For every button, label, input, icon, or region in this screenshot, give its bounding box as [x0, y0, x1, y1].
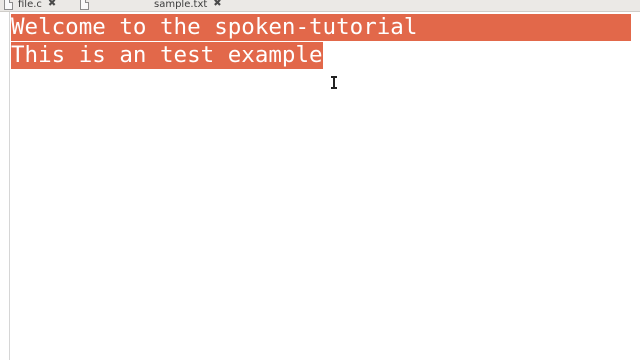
text-file-icon	[80, 0, 89, 10]
tab-bar: file.c ✖ sample.txt ✖	[0, 0, 640, 12]
close-icon[interactable]: ✖	[48, 0, 56, 9]
tab-sample-txt[interactable]: sample.txt ✖	[80, 0, 236, 11]
editor-line-2-selected[interactable]: This is an test example	[11, 42, 323, 69]
text-file-icon	[4, 0, 13, 10]
text-cursor-ibeam-icon	[331, 76, 337, 89]
editor-left-border	[9, 12, 10, 360]
editor-line-1-selected[interactable]: Welcome to the spoken-tutorial	[11, 14, 631, 41]
tab-label: file.c	[18, 0, 42, 10]
tab-label: sample.txt	[154, 0, 208, 10]
tab-file-c[interactable]: file.c ✖	[4, 0, 56, 11]
text-editor-window: file.c ✖ sample.txt ✖ Welcome to the spo…	[0, 0, 640, 360]
close-icon[interactable]: ✖	[213, 0, 221, 9]
